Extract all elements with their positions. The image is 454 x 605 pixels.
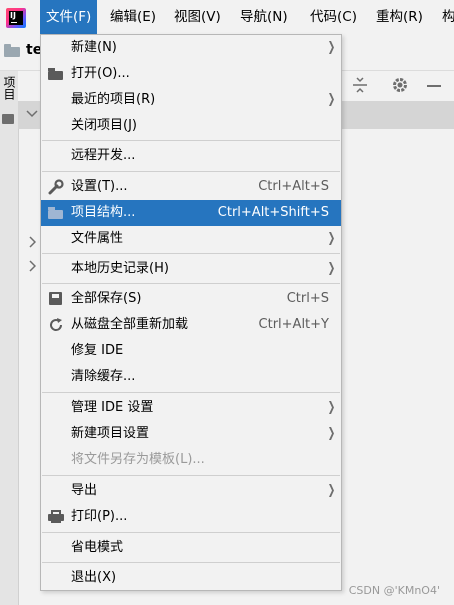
menu-refactor[interactable]: 重构(R) <box>370 0 429 34</box>
menu-separator <box>42 392 340 393</box>
menu-item-power-save-mode[interactable]: 省电模式 <box>41 535 341 561</box>
tool-window-strip <box>0 71 19 605</box>
collapse-all-icon[interactable] <box>352 76 368 98</box>
chevron-right-icon[interactable] <box>28 260 37 275</box>
minimize-icon[interactable] <box>426 76 442 98</box>
submenu-arrow-icon: ❯ <box>327 261 336 276</box>
reload-icon <box>47 317 65 333</box>
menu-item-local-history[interactable]: 本地历史记录(H) ❯ <box>41 256 341 282</box>
intellij-logo-icon[interactable]: IJ <box>6 8 26 28</box>
menu-item-export[interactable]: 导出 ❯ <box>41 478 341 504</box>
menu-item-open[interactable]: 打开(O)... <box>41 61 341 87</box>
menu-file[interactable]: 文件(F) <box>40 0 98 34</box>
menu-separator <box>42 253 340 254</box>
menu-separator <box>42 475 340 476</box>
folder-icon <box>2 114 14 124</box>
menubar: IJ 文件(F) 编辑(E) 视图(V) 导航(N) 代码(C) 重构(R) 构 <box>0 0 454 35</box>
menu-item-reload-all[interactable]: 从磁盘全部重新加载 Ctrl+Alt+Y <box>41 312 341 338</box>
menu-item-recent-projects[interactable]: 最近的项目(R) ❯ <box>41 87 341 113</box>
menu-item-repair-ide[interactable]: 修复 IDE <box>41 338 341 364</box>
menu-item-manage-ide-settings[interactable]: 管理 IDE 设置 ❯ <box>41 395 341 421</box>
menu-item-print[interactable]: 打印(P)... <box>41 504 341 530</box>
menu-separator <box>42 283 340 284</box>
submenu-arrow-icon: ❯ <box>327 92 336 107</box>
file-menu-dropdown: 新建(N) ❯ 打开(O)... 最近的项目(R) ❯ 关闭项目(J) 远程开发… <box>40 34 342 591</box>
menu-item-settings[interactable]: 设置(T)... Ctrl+Alt+S <box>41 174 341 200</box>
chevron-right-icon[interactable] <box>28 236 37 251</box>
save-icon <box>47 291 65 307</box>
menu-separator <box>42 562 340 563</box>
menu-navigate[interactable]: 导航(N) <box>234 0 294 34</box>
folder-open-icon <box>47 66 65 82</box>
submenu-arrow-icon: ❯ <box>327 400 336 415</box>
printer-icon <box>47 509 65 525</box>
menu-item-save-all[interactable]: 全部保存(S) Ctrl+S <box>41 286 341 312</box>
menu-item-remote-dev[interactable]: 远程开发... <box>41 143 341 169</box>
project-tool-tab[interactable]: 项目 <box>2 76 16 100</box>
gear-icon[interactable] <box>391 76 409 98</box>
submenu-arrow-icon: ❯ <box>327 426 336 441</box>
menu-code[interactable]: 代码(C) <box>304 0 363 34</box>
submenu-arrow-icon: ❯ <box>327 40 336 55</box>
menu-item-invalidate-caches[interactable]: 清除缓存... <box>41 364 341 390</box>
project-structure-icon <box>47 205 65 221</box>
menu-separator <box>42 140 340 141</box>
wrench-icon <box>47 179 65 195</box>
submenu-arrow-icon: ❯ <box>327 483 336 498</box>
menu-item-close-project[interactable]: 关闭项目(J) <box>41 113 341 139</box>
menu-view[interactable]: 视图(V) <box>168 0 227 34</box>
project-folder-icon <box>4 44 20 57</box>
menu-item-project-structure[interactable]: 项目结构... Ctrl+Alt+Shift+S <box>41 200 341 226</box>
menu-item-save-as-template: 将文件另存为模板(L)... <box>71 452 205 467</box>
menu-separator <box>42 171 340 172</box>
menu-item-new-project-settings[interactable]: 新建项目设置 ❯ <box>41 421 341 447</box>
menu-build[interactable]: 构 <box>436 0 454 34</box>
watermark: CSDN @'KMnO4' <box>348 584 440 597</box>
menu-item-file-properties[interactable]: 文件属性 ❯ <box>41 226 341 252</box>
submenu-arrow-icon: ❯ <box>327 231 336 246</box>
menu-item-exit[interactable]: 退出(X) <box>41 565 341 591</box>
menu-edit[interactable]: 编辑(E) <box>104 0 162 34</box>
menu-item-new[interactable]: 新建(N) ❯ <box>41 35 341 61</box>
menu-separator <box>42 532 340 533</box>
chevron-down-icon[interactable] <box>26 108 38 122</box>
